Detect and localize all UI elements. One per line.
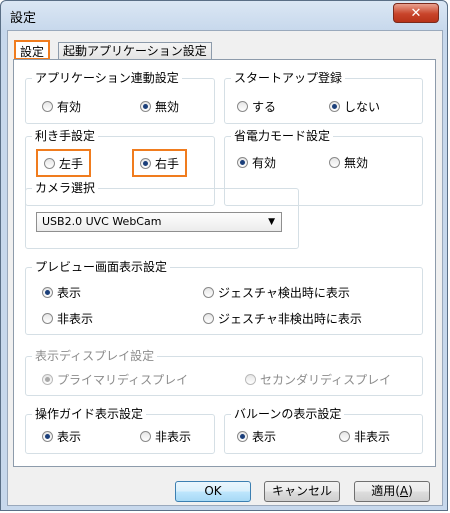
- radio-label: 非表示: [155, 429, 192, 444]
- chevron-down-icon: ▼: [268, 217, 275, 227]
- radio-circle: [140, 430, 151, 442]
- radio-right-hand[interactable]: 右手: [132, 149, 188, 177]
- radio-circle: [329, 100, 340, 112]
- radio-label: 非表示: [354, 429, 391, 444]
- cancel-button[interactable]: キャンセル: [264, 481, 340, 502]
- radio-guide-hide[interactable]: 非表示: [140, 427, 191, 445]
- radio-label: 表示: [252, 429, 277, 444]
- radio-label: 表示: [57, 429, 82, 444]
- radio-startup-yes[interactable]: する: [237, 97, 276, 115]
- radio-circle: [140, 100, 151, 112]
- apply-accel: A: [399, 484, 409, 498]
- radio-left-hand[interactable]: 左手: [36, 149, 92, 177]
- group-startup: スタートアップ登録 する しない: [224, 71, 423, 124]
- radio-label: 有効: [57, 99, 82, 114]
- radio-label: 左手: [59, 156, 84, 171]
- radio-app-link-enable[interactable]: 有効: [42, 97, 81, 115]
- radio-label: 有効: [252, 155, 277, 170]
- radio-preview-hide[interactable]: 非表示: [42, 309, 93, 327]
- settings-dialog: 設定 ✕ 設定 起動アプリケーション設定 アプリケーション連動設定 有効 無効 …: [0, 0, 448, 511]
- radio-primary-display: プライマリディスプレイ: [42, 370, 188, 388]
- settings-panel: アプリケーション連動設定 有効 無効 スタートアップ登録 する しない 利き手設…: [13, 59, 436, 467]
- radio-label: する: [252, 99, 277, 114]
- camera-select-value: USB2.0 UVC WebCam: [42, 215, 162, 228]
- radio-preview-on-no-gesture[interactable]: ジェスチャ非検出時に表示: [203, 309, 362, 327]
- group-label: アプリケーション連動設定: [32, 71, 182, 85]
- radio-preview-show[interactable]: 表示: [42, 283, 81, 301]
- group-label: バルーンの表示設定: [231, 407, 345, 421]
- close-button[interactable]: ✕: [393, 3, 439, 23]
- group-label: 表示ディスプレイ設定: [32, 349, 158, 363]
- radio-preview-on-gesture[interactable]: ジェスチャ検出時に表示: [203, 283, 350, 301]
- radio-balloon-hide[interactable]: 非表示: [339, 427, 390, 445]
- radio-label: しない: [344, 99, 381, 114]
- radio-app-link-disable[interactable]: 無効: [140, 97, 179, 115]
- radio-label: 無効: [344, 155, 369, 170]
- group-guide: 操作ガイド表示設定 表示 非表示: [25, 407, 215, 454]
- radio-power-save-enable[interactable]: 有効: [237, 153, 276, 171]
- dialog-body: 設定 起動アプリケーション設定 アプリケーション連動設定 有効 無効 スタートア…: [7, 30, 443, 506]
- radio-label: 右手: [155, 156, 180, 171]
- radio-label: プライマリディスプレイ: [57, 372, 189, 387]
- radio-label: セカンダリディスプレイ: [260, 372, 392, 387]
- group-camera: カメラ選択 USB2.0 UVC WebCam ▼: [25, 181, 299, 249]
- group-label: プレビュー画面表示設定: [32, 260, 171, 274]
- radio-circle: [44, 157, 55, 169]
- radio-circle: [237, 430, 248, 442]
- radio-circle: [203, 312, 214, 324]
- radio-startup-no[interactable]: しない: [329, 97, 380, 115]
- radio-label: ジェスチャ非検出時に表示: [218, 311, 362, 326]
- close-icon: ✕: [410, 6, 422, 21]
- radio-circle: [245, 373, 256, 385]
- apply-label: 適用(: [371, 484, 400, 498]
- radio-circle: [42, 100, 53, 112]
- radio-circle: [42, 286, 53, 298]
- tab-startup-apps[interactable]: 起動アプリケーション設定: [58, 42, 212, 60]
- group-label: 操作ガイド表示設定: [32, 407, 147, 421]
- radio-label: 非表示: [57, 311, 94, 326]
- radio-label: 表示: [57, 285, 82, 300]
- radio-circle: [329, 156, 340, 168]
- group-label: カメラ選択: [32, 181, 99, 195]
- radio-circle: [42, 312, 53, 324]
- group-balloon: バルーンの表示設定 表示 非表示: [224, 407, 423, 454]
- camera-select[interactable]: USB2.0 UVC WebCam ▼: [36, 212, 282, 232]
- group-app-link: アプリケーション連動設定 有効 無効: [25, 71, 215, 124]
- group-display: 表示ディスプレイ設定 プライマリディスプレイ セカンダリディスプレイ: [25, 349, 423, 396]
- radio-circle: [42, 373, 53, 385]
- apply-label-end: ): [408, 484, 413, 498]
- group-label: スタートアップ登録: [231, 71, 346, 85]
- radio-circle: [42, 430, 53, 442]
- group-label: 省電力モード設定: [231, 129, 334, 143]
- ok-button[interactable]: OK: [175, 481, 251, 502]
- radio-label: 無効: [155, 99, 180, 114]
- radio-secondary-display: セカンダリディスプレイ: [245, 370, 391, 388]
- group-label: 利き手設定: [32, 129, 99, 143]
- window-title: 設定: [10, 11, 37, 26]
- radio-circle: [237, 100, 248, 112]
- radio-circle: [203, 286, 214, 298]
- radio-label: ジェスチャ検出時に表示: [218, 285, 350, 300]
- radio-circle: [237, 156, 248, 168]
- radio-circle: [339, 430, 350, 442]
- group-preview: プレビュー画面表示設定 表示 非表示 ジェスチャ検出時に表示 ジェスチャ非検出時…: [25, 260, 423, 335]
- radio-guide-show[interactable]: 表示: [42, 427, 81, 445]
- tab-settings[interactable]: 設定: [14, 40, 51, 60]
- apply-button[interactable]: 適用(A): [354, 481, 430, 502]
- radio-circle: [140, 157, 151, 169]
- radio-balloon-show[interactable]: 表示: [237, 427, 276, 445]
- radio-power-save-disable[interactable]: 無効: [329, 153, 368, 171]
